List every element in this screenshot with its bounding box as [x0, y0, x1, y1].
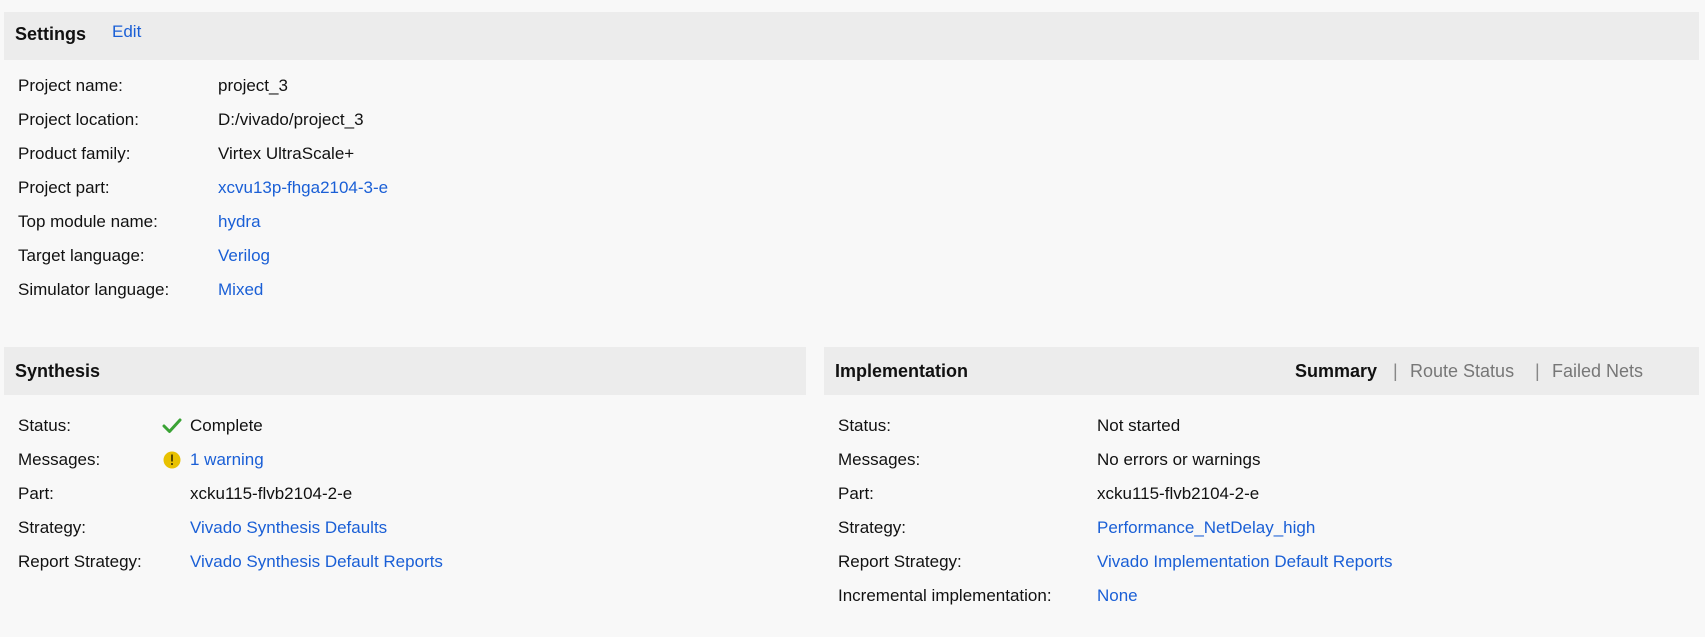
settings-label: Simulator language: — [18, 280, 170, 299]
tab-summary[interactable]: Summary — [1295, 347, 1377, 395]
synthesis-label: Status: — [18, 416, 71, 435]
implementation-label: Strategy: — [838, 518, 907, 537]
settings-value: project_3 — [218, 76, 288, 95]
settings-edit-link[interactable]: Edit — [112, 22, 141, 42]
implementation-report-strategy-link[interactable]: Vivado Implementation Default Reports — [1097, 550, 1392, 574]
implementation-part-value: xcku115-flvb2104-2-e — [1097, 484, 1260, 503]
synthesis-report-strategy-link[interactable]: Vivado Synthesis Default Reports — [190, 550, 443, 574]
project-part-link[interactable]: xcvu13p-fhga2104-3-e — [218, 176, 388, 200]
top-module-link[interactable]: hydra — [218, 210, 261, 234]
implementation-label: Messages: — [838, 450, 921, 469]
settings-label: Project name: — [18, 76, 123, 95]
settings-label: Top module name: — [18, 212, 158, 231]
implementation-strategy-link[interactable]: Performance_NetDelay_high — [1097, 516, 1315, 540]
implementation-label: Incremental implementation: — [838, 586, 1052, 605]
synthesis-part-value: xcku115-flvb2104-2-e — [190, 484, 353, 503]
synthesis-label: Strategy: — [18, 518, 87, 537]
implementation-messages-value: No errors or warnings — [1097, 450, 1261, 469]
settings-label: Project part: — [18, 178, 110, 197]
tab-route-status[interactable]: Route Status — [1410, 347, 1514, 395]
settings-label: Target language: — [18, 246, 145, 265]
synthesis-header: Synthesis — [4, 347, 806, 395]
simulator-language-link[interactable]: Mixed — [218, 278, 263, 302]
synthesis-label: Report Strategy: — [18, 552, 142, 571]
synthesis-status-value: Complete — [190, 416, 263, 435]
implementation-label: Part: — [838, 484, 874, 503]
settings-header: Settings Edit — [4, 12, 1699, 60]
implementation-label: Report Strategy: — [838, 552, 962, 571]
settings-label: Product family: — [18, 144, 131, 163]
synthesis-label: Messages: — [18, 450, 101, 469]
tab-separator: | — [1535, 361, 1540, 381]
target-language-link[interactable]: Verilog — [218, 244, 270, 268]
tab-separator: | — [1393, 361, 1398, 381]
implementation-header: Implementation Summary | Route Status | … — [824, 347, 1699, 395]
checkmark-icon — [162, 417, 182, 435]
synthesis-warning-link[interactable]: 1 warning — [190, 448, 264, 472]
settings-value: Virtex UltraScale+ — [218, 144, 355, 163]
tab-failed-nets[interactable]: Failed Nets — [1552, 347, 1643, 395]
synthesis-title: Synthesis — [15, 361, 101, 381]
implementation-label: Status: — [838, 416, 891, 435]
incremental-implementation-link[interactable]: None — [1097, 584, 1138, 608]
synthesis-strategy-link[interactable]: Vivado Synthesis Defaults — [190, 516, 387, 540]
settings-title: Settings — [15, 24, 87, 44]
settings-label: Project location: — [18, 110, 139, 129]
synthesis-label: Part: — [18, 484, 54, 503]
settings-value: D:/vivado/project_3 — [218, 110, 364, 129]
implementation-title: Implementation — [835, 361, 969, 381]
warning-icon — [163, 451, 181, 469]
implementation-status-value: Not started — [1097, 416, 1181, 435]
